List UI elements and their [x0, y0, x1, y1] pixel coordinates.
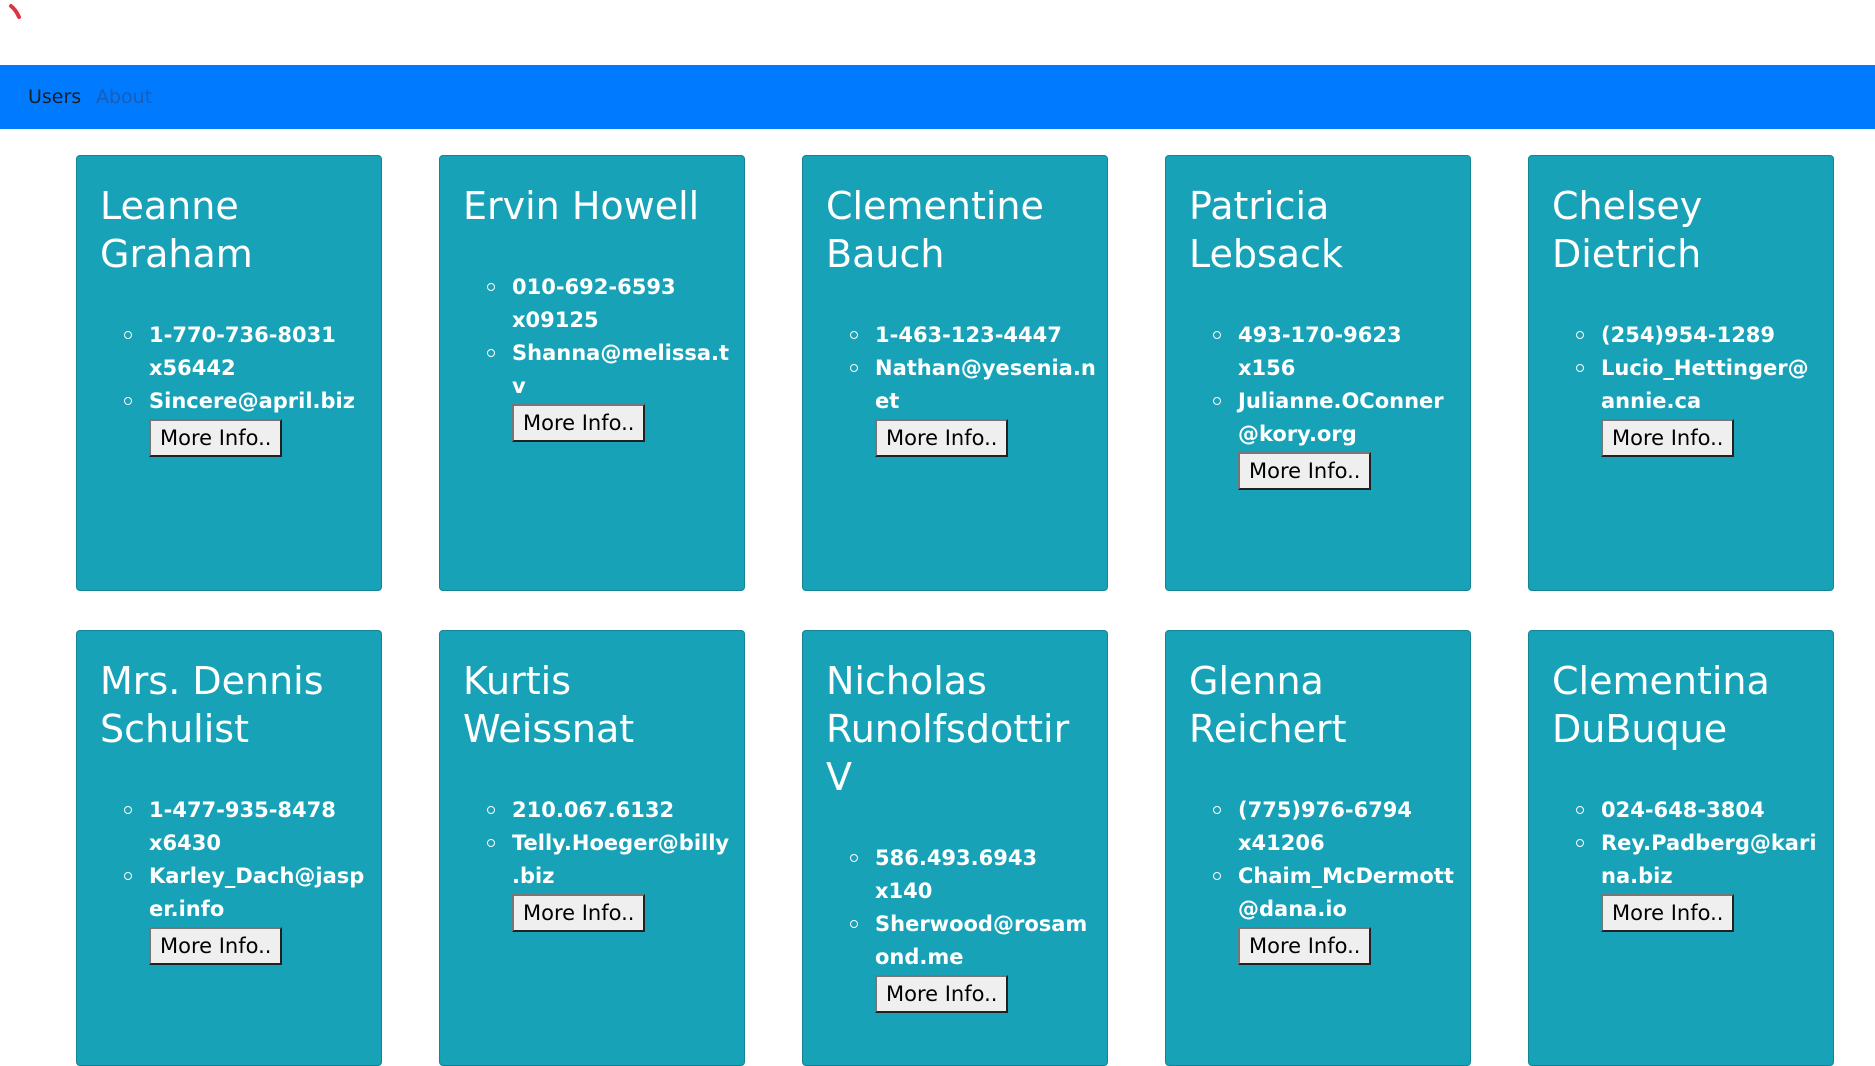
contact-list: 493-170-9623 x156 Julianne.OConner@kory.… [1189, 319, 1459, 451]
contact-list: (775)976-6794 x41206 Chaim_McDermott@dan… [1189, 794, 1459, 926]
user-details: 586.493.6943 x140 Sherwood@rosamond.me M… [826, 842, 1096, 1013]
user-name: Leanne Graham [100, 184, 253, 276]
more-info-button[interactable]: More Info.. [1601, 419, 1735, 457]
contact-list: 1-463-123-4447 Nathan@yesenia.net [826, 319, 1096, 418]
contact-list: (254)954-1289 Lucio_Hettinger@annie.ca [1552, 319, 1822, 418]
more-info-button[interactable]: More Info.. [1238, 927, 1372, 965]
user-phone: 586.493.6943 x140 [850, 842, 1096, 908]
more-info-button[interactable]: More Info.. [149, 927, 283, 965]
more-info-button[interactable]: More Info.. [1238, 452, 1372, 490]
more-info-button[interactable]: More Info.. [875, 419, 1009, 457]
user-email: Shanna@melissa.tv [487, 337, 733, 403]
contact-list: 1-770-736-8031 x56442 Sincere@april.biz [100, 319, 370, 418]
user-name: Nicholas Runolfsdottir V [826, 659, 1070, 799]
contact-list: 210.067.6132 Telly.Hoeger@billy.biz [463, 794, 733, 893]
user-email: Sincere@april.biz [124, 385, 370, 418]
user-name: Glenna Reichert [1189, 659, 1347, 751]
user-phone: (775)976-6794 x41206 [1213, 794, 1459, 860]
user-email: Karley_Dach@jasper.info [124, 860, 370, 926]
contact-list: 586.493.6943 x140 Sherwood@rosamond.me [826, 842, 1096, 974]
contact-list: 1-477-935-8478 x6430 Karley_Dach@jasper.… [100, 794, 370, 926]
user-card: Kurtis Weissnat 210.067.6132 Telly.Hoege… [439, 630, 745, 1066]
user-details: 210.067.6132 Telly.Hoeger@billy.biz More… [463, 794, 733, 932]
user-email: Lucio_Hettinger@annie.ca [1576, 352, 1822, 418]
user-email: Telly.Hoeger@billy.biz [487, 827, 733, 893]
user-phone: 1-770-736-8031 x56442 [124, 319, 370, 385]
more-info-button[interactable]: More Info.. [149, 419, 283, 457]
more-info-button[interactable]: More Info.. [1601, 894, 1735, 932]
user-email: Nathan@yesenia.net [850, 352, 1096, 418]
more-info-button[interactable]: More Info.. [512, 894, 646, 932]
user-card: Clementina DuBuque 024-648-3804 Rey.Padb… [1528, 630, 1834, 1066]
user-phone: 1-477-935-8478 x6430 [124, 794, 370, 860]
user-name: Mrs. Dennis Schulist [100, 659, 324, 751]
user-details: 493-170-9623 x156 Julianne.OConner@kory.… [1189, 319, 1459, 490]
user-details: 010-692-6593 x09125 Shanna@melissa.tv Mo… [463, 271, 733, 442]
user-details: (254)954-1289 Lucio_Hettinger@annie.ca M… [1552, 319, 1822, 457]
user-email: Sherwood@rosamond.me [850, 908, 1096, 974]
user-card: Mrs. Dennis Schulist 1-477-935-8478 x643… [76, 630, 382, 1066]
user-card-grid: Leanne Graham 1-770-736-8031 x56442 Sinc… [0, 0, 1875, 1066]
user-card: Glenna Reichert (775)976-6794 x41206 Cha… [1165, 630, 1471, 1066]
user-details: (775)976-6794 x41206 Chaim_McDermott@dan… [1189, 794, 1459, 965]
user-phone: 1-463-123-4447 [850, 319, 1096, 352]
user-name: Clementina DuBuque [1552, 659, 1770, 751]
user-details: 1-477-935-8478 x6430 Karley_Dach@jasper.… [100, 794, 370, 965]
user-card: Nicholas Runolfsdottir V 586.493.6943 x1… [802, 630, 1108, 1066]
more-info-button[interactable]: More Info.. [512, 404, 646, 442]
user-phone: 024-648-3804 [1576, 794, 1822, 827]
user-email: Chaim_McDermott@dana.io [1213, 860, 1459, 926]
user-name: Chelsey Dietrich [1552, 184, 1703, 276]
more-info-button[interactable]: More Info.. [875, 975, 1009, 1013]
user-phone: 493-170-9623 x156 [1213, 319, 1459, 385]
user-name: Ervin Howell [463, 184, 700, 228]
user-name: Patricia Lebsack [1189, 184, 1343, 276]
user-name: Clementine Bauch [826, 184, 1044, 276]
user-card: Patricia Lebsack 493-170-9623 x156 Julia… [1165, 155, 1471, 591]
user-phone: 210.067.6132 [487, 794, 733, 827]
user-details: 024-648-3804 Rey.Padberg@karina.biz More… [1552, 794, 1822, 932]
user-phone: (254)954-1289 [1576, 319, 1822, 352]
contact-list: 024-648-3804 Rey.Padberg@karina.biz [1552, 794, 1822, 893]
user-card: Chelsey Dietrich (254)954-1289 Lucio_Het… [1528, 155, 1834, 591]
user-details: 1-770-736-8031 x56442 Sincere@april.biz … [100, 319, 370, 457]
user-card: Clementine Bauch 1-463-123-4447 Nathan@y… [802, 155, 1108, 591]
user-details: 1-463-123-4447 Nathan@yesenia.net More I… [826, 319, 1096, 457]
user-card: Leanne Graham 1-770-736-8031 x56442 Sinc… [76, 155, 382, 591]
contact-list: 010-692-6593 x09125 Shanna@melissa.tv [463, 271, 733, 403]
user-name: Kurtis Weissnat [463, 659, 635, 751]
user-card: Ervin Howell 010-692-6593 x09125 Shanna@… [439, 155, 745, 591]
user-email: Rey.Padberg@karina.biz [1576, 827, 1822, 893]
user-phone: 010-692-6593 x09125 [487, 271, 733, 337]
user-email: Julianne.OConner@kory.org [1213, 385, 1459, 451]
